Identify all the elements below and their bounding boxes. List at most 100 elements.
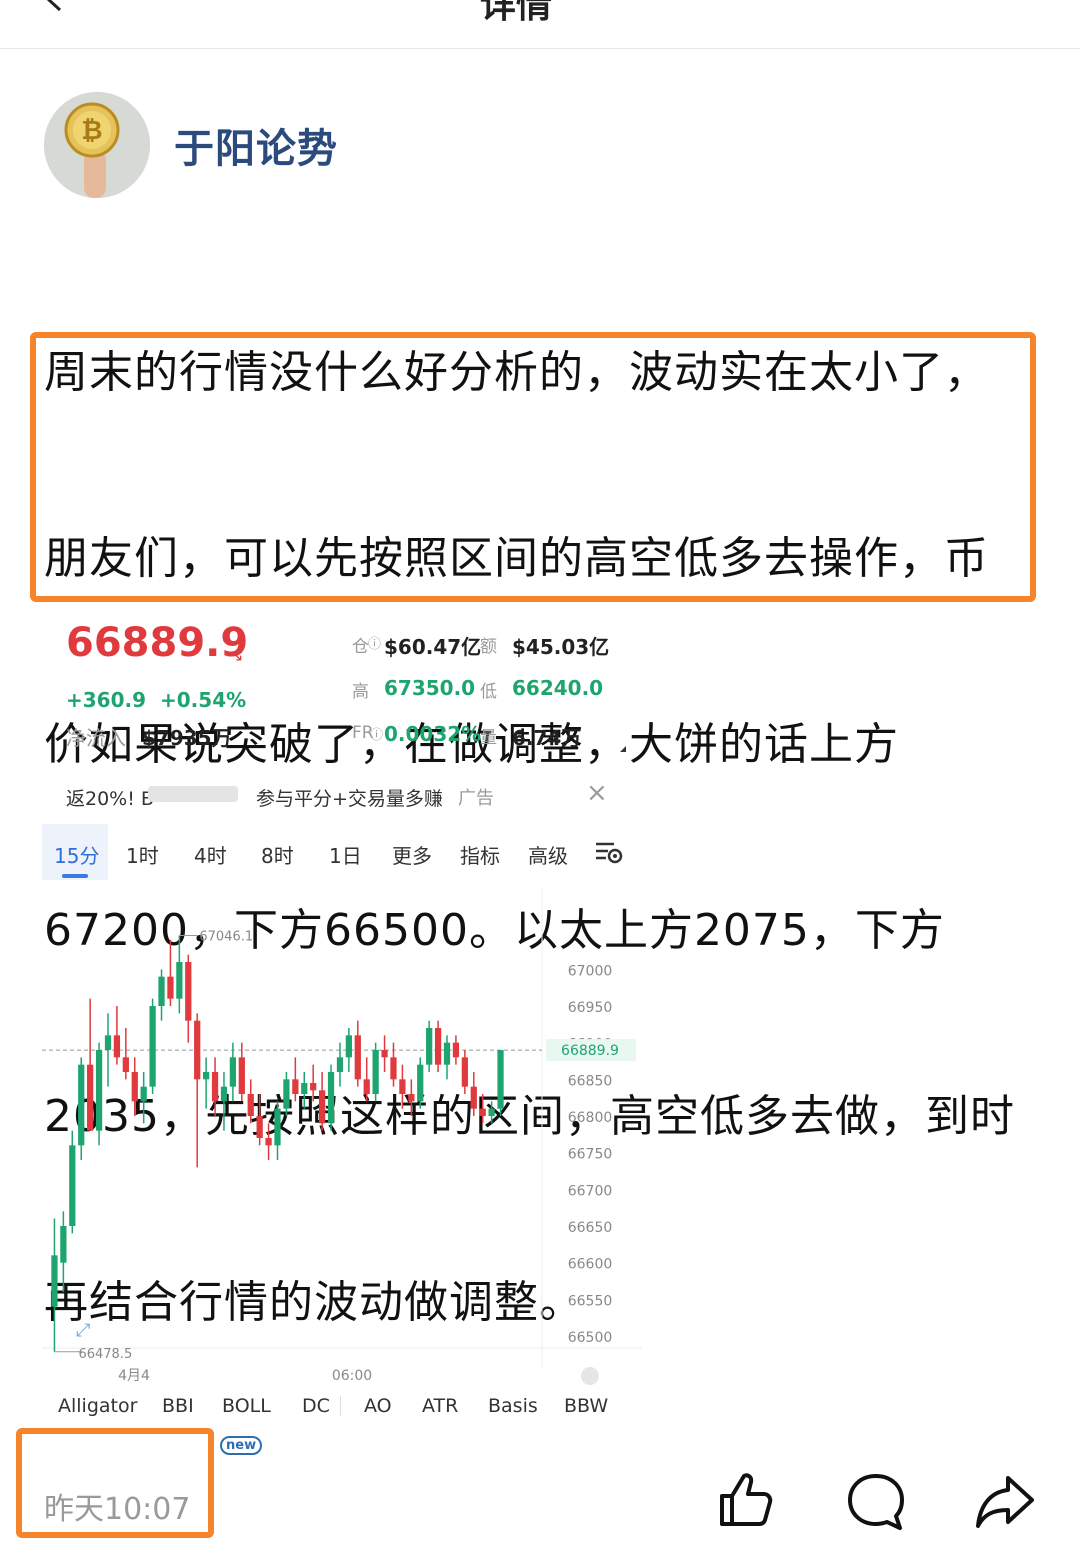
candlestick-chart[interactable]: 6700066950669006685066800667506670066650… <box>42 888 642 1388</box>
candle-body <box>417 1064 424 1102</box>
candle-body <box>131 1072 138 1102</box>
candle-body <box>220 1086 228 1102</box>
high-label: 高 <box>352 682 369 702</box>
candle-body <box>247 1094 254 1116</box>
low-label: 低 <box>480 682 497 702</box>
comment-icon[interactable] <box>846 1472 906 1532</box>
y-tick-label: 66550 <box>568 1293 613 1309</box>
candle-body <box>60 1226 67 1263</box>
x-tick-label: 06:00 <box>332 1368 372 1384</box>
y-tick-label: 66650 <box>568 1220 613 1236</box>
ad-tag: 广告 <box>458 788 494 809</box>
indicator-alligator[interactable]: Alligator <box>58 1395 137 1417</box>
candle-body <box>434 1028 442 1065</box>
candle-body <box>149 1006 156 1087</box>
candle-body <box>470 1086 477 1109</box>
tab-more[interactable]: 更多 <box>392 840 432 869</box>
ad-prefix: 返20%! B <box>66 788 154 810</box>
candle-body <box>336 1057 344 1072</box>
thumbs-up-icon[interactable] <box>716 1470 776 1530</box>
page-title: 详情 <box>480 0 553 26</box>
oi-label: 仓 <box>352 637 369 657</box>
high-value: 67350.0 <box>384 676 476 700</box>
tab-8h[interactable]: 8时 <box>261 840 294 869</box>
candle-body <box>256 1116 263 1138</box>
tab-1h[interactable]: 1时 <box>126 840 159 869</box>
price-change-pct: +0.54% <box>160 688 247 712</box>
tab-15m[interactable]: 15分 <box>54 840 99 869</box>
back-arrow-icon[interactable] <box>40 0 66 12</box>
y-tick-label: 66700 <box>568 1183 613 1199</box>
close-icon[interactable]: × <box>586 778 608 808</box>
tab-4h[interactable]: 4时 <box>194 840 227 869</box>
info-icon[interactable]: ⓘ <box>368 633 381 652</box>
x-tick-label: 4月4 <box>118 1368 150 1384</box>
candle-body <box>479 1108 486 1116</box>
tab-1d[interactable]: 1日 <box>329 840 362 869</box>
volume-value: 6.74万 <box>512 726 582 750</box>
candle-body <box>176 962 183 999</box>
expand-corner-icon[interactable] <box>620 746 626 752</box>
candle-body <box>292 1079 299 1094</box>
candle-body <box>167 976 174 999</box>
chart-settings-icon[interactable] <box>594 840 624 866</box>
candle-body <box>274 1108 281 1146</box>
turnover-label: 额 <box>480 637 497 657</box>
price-direction-icon: ↘ <box>230 646 244 665</box>
indicator-dc[interactable]: DC <box>302 1395 330 1417</box>
candle-body <box>211 1072 219 1102</box>
tab-advanced[interactable]: 高级 <box>528 840 568 869</box>
indicator-boll[interactable]: BOLL <box>222 1395 271 1417</box>
candle-body <box>497 1050 504 1109</box>
low-value: 66240.0 <box>512 676 604 700</box>
high-annotation: 67046.1 <box>199 930 253 945</box>
active-tab-indicator <box>62 874 88 878</box>
y-tick-label: 67000 <box>568 963 613 979</box>
tab-indicators[interactable]: 指标 <box>460 840 500 869</box>
svg-text:₿: ₿ <box>81 116 102 146</box>
y-tick-label: 66950 <box>568 1000 613 1016</box>
candle-body <box>185 962 192 1021</box>
candle-body <box>345 1035 352 1058</box>
candle-body <box>194 1020 201 1080</box>
candle-body <box>318 1090 326 1124</box>
candle-body <box>310 1083 317 1091</box>
new-badge: new <box>220 1436 263 1455</box>
candle-body <box>95 1050 103 1131</box>
ad-text[interactable]: 参与平分+交易量多赚 <box>256 784 443 811</box>
candle-body <box>372 1050 379 1094</box>
indicator-bbi[interactable]: BBI <box>162 1395 194 1417</box>
indicator-bbw[interactable]: BBW <box>564 1395 608 1417</box>
y-tick-label: 66850 <box>568 1073 613 1089</box>
candle-body <box>443 1042 451 1065</box>
candle-body <box>488 1108 495 1116</box>
fullscreen-icon: ⤢ <box>76 1320 91 1341</box>
post-time: 昨天10:07 <box>44 1492 191 1527</box>
oi-value: $60.47亿 <box>384 635 482 659</box>
fr-value: 0.0032% <box>384 722 482 746</box>
indicator-ao[interactable]: AO <box>364 1395 392 1417</box>
candle-body <box>51 1255 58 1307</box>
bitcoin-coin-icon: ₿ <box>44 92 150 198</box>
candle-body <box>399 1079 406 1094</box>
netflow-value: $7935万 <box>142 726 232 750</box>
candle-body <box>461 1057 468 1087</box>
y-tick-label: 66750 <box>568 1147 613 1163</box>
candle-body <box>78 1064 85 1146</box>
fr-info-icon[interactable]: ⓘ <box>370 724 383 743</box>
avatar[interactable]: ₿ <box>44 92 150 198</box>
share-icon[interactable] <box>974 1472 1036 1532</box>
candle-body <box>229 1057 237 1087</box>
candle-body <box>363 1079 370 1094</box>
candle-body <box>158 976 165 1006</box>
indicator-basis[interactable]: Basis <box>488 1395 538 1417</box>
y-tick-label: 66600 <box>568 1257 613 1273</box>
author-name[interactable]: 于阳论势 <box>174 116 338 174</box>
netflow-label: 净流入 <box>66 726 126 750</box>
scale-badge-icon <box>581 1367 599 1385</box>
candle-body <box>238 1057 245 1094</box>
highlight-annotation-box <box>30 332 1036 602</box>
indicator-atr[interactable]: ATR <box>422 1395 458 1417</box>
blurred-text <box>148 786 238 802</box>
candle-body <box>354 1035 361 1080</box>
